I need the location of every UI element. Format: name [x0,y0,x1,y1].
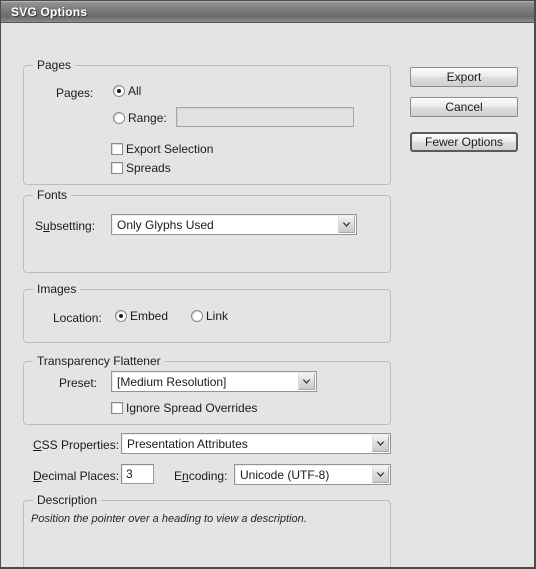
fonts-group-title: Fonts [33,188,72,202]
radio-pages-range[interactable]: Range: [113,111,167,125]
chevron-down-icon[interactable] [372,435,389,452]
preset-label: Preset: [59,376,98,390]
window-title: SVG Options [11,4,88,19]
css-properties-value: Presentation Attributes [127,436,248,451]
export-selection-checkbox-box [111,143,123,155]
fewer-options-button[interactable]: Fewer Options [410,132,518,152]
title-bar[interactable]: SVG Options [1,1,534,23]
pages-group-title: Pages [33,58,76,72]
transparency-flattener-group-title: Transparency Flattener [33,354,165,368]
export-selection-label: Export Selection [126,142,214,156]
checkbox-ignore-spread-overrides[interactable]: Ignore Spread Overrides [111,401,257,415]
css-properties-label: CSS Properties: [33,438,120,452]
description-group: Description [23,493,391,567]
radio-embed-indicator [115,310,127,322]
location-label: Location: [53,311,102,325]
encoding-label: Encoding: [174,469,228,483]
description-group-title: Description [33,493,102,507]
radio-link-label: Link [206,309,229,323]
dialog-body: Export Cancel Fewer Options Pages Pages:… [1,23,534,567]
flattener-preset-dropdown[interactable]: [Medium Resolution] [111,371,317,392]
spreads-label: Spreads [126,161,171,175]
radio-all-indicator [113,85,125,97]
description-text: Position the pointer over a heading to v… [31,513,307,525]
decimal-places-label: Decimal Places: [33,469,120,483]
ignore-spread-overrides-label: Ignore Spread Overrides [126,401,258,415]
spreads-checkbox-box [111,162,123,174]
range-input[interactable] [176,107,354,127]
chevron-down-icon[interactable] [338,216,355,233]
css-properties-dropdown[interactable]: Presentation Attributes [121,433,391,454]
decimal-places-input[interactable]: 3 [121,464,154,484]
chevron-down-icon[interactable] [298,373,315,390]
fewer-options-button-label: Fewer Options [424,135,504,149]
subsetting-label: Subsetting: [35,219,96,233]
ignore-spread-overrides-checkbox-box [111,402,123,414]
radio-pages-all[interactable]: All [113,84,141,98]
checkbox-spreads[interactable]: Spreads [111,161,171,175]
radio-range-indicator [113,112,125,124]
encoding-value: Unicode (UTF-8) [240,467,330,482]
subsetting-dropdown[interactable]: Only Glyphs Used [111,214,357,235]
radio-location-link[interactable]: Link [191,309,228,323]
cancel-button[interactable]: Cancel [410,97,518,117]
export-button[interactable]: Export [410,67,518,87]
cancel-button-label: Cancel [445,100,483,114]
images-group-title: Images [33,282,81,296]
svg-options-dialog: SVG Options Export Cancel Fewer Options … [0,0,536,569]
encoding-dropdown[interactable]: Unicode (UTF-8) [234,464,391,485]
pages-label: Pages: [56,86,94,100]
flattener-preset-value: [Medium Resolution] [117,374,227,389]
radio-range-label: Range: [128,111,167,125]
chevron-down-icon[interactable] [372,466,389,483]
subsetting-dropdown-value: Only Glyphs Used [117,217,214,232]
checkbox-export-selection[interactable]: Export Selection [111,142,213,156]
radio-link-indicator [191,310,203,322]
radio-all-label: All [128,84,142,98]
export-button-label: Export [446,70,482,84]
radio-embed-label: Embed [130,309,169,323]
decimal-places-value: 3 [126,467,133,481]
radio-location-embed[interactable]: Embed [115,309,168,323]
